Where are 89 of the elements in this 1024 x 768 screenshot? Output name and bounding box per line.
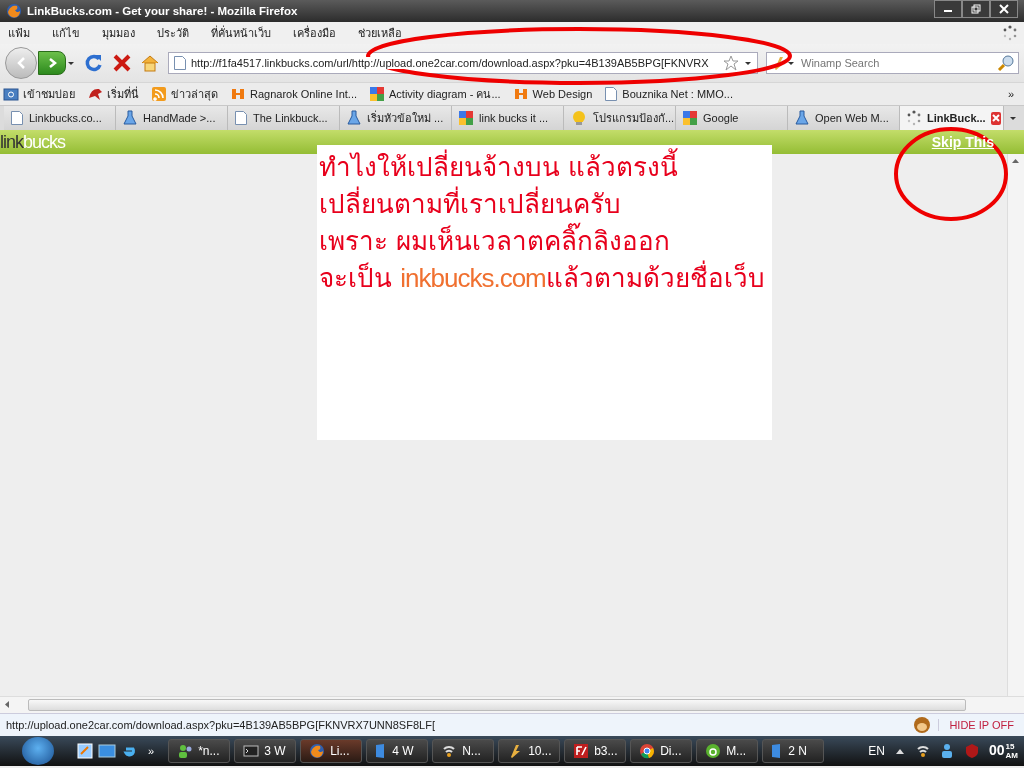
forward-button[interactable] — [38, 51, 66, 75]
firefox-icon — [6, 3, 22, 19]
menu-item[interactable]: มุมมอง — [102, 24, 135, 42]
taskbar-button[interactable]: Di... — [630, 739, 693, 763]
folder-icon — [3, 86, 19, 102]
language-indicator[interactable]: EN — [868, 744, 885, 758]
menu-item[interactable]: ช่วยเหลือ — [358, 24, 402, 42]
google-icon — [458, 110, 474, 126]
menu-item[interactable]: เครื่องมือ — [293, 24, 336, 42]
bookmark-item[interactable]: ข่าวล่าสุด — [171, 85, 218, 103]
taskbar-button[interactable]: *n... — [168, 739, 231, 763]
bulb-icon — [570, 110, 588, 126]
bookmark-item[interactable]: Ragnarok Online Int... — [250, 88, 357, 100]
page-icon — [10, 110, 24, 126]
flask-icon — [794, 110, 810, 126]
browser-tab[interactable]: Linkbucks.co... — [4, 106, 116, 130]
close-icon[interactable] — [990, 0, 1018, 18]
logo-icon — [512, 86, 529, 102]
logo: linkbucks — [0, 131, 66, 153]
status-url: http://upload.one2car.com/download.aspx?pku=4B139AB5BPG[FKNVRX7UNN8SF8LF[ — [6, 719, 435, 731]
disc-icon — [705, 743, 722, 759]
search-box[interactable]: Winamp Search — [766, 52, 1019, 74]
search-icon[interactable] — [997, 54, 1015, 72]
note-text: เพราะ ผมเห็นเวลาตคลิ๊กลิงออก — [319, 223, 770, 260]
throbber-icon — [1002, 25, 1018, 41]
taskbar-button[interactable]: 4 W — [366, 739, 429, 763]
dropdown-icon[interactable] — [787, 59, 795, 67]
browser-tab[interactable]: HandMade >... — [116, 106, 228, 130]
page-icon — [173, 55, 187, 71]
console-icon — [243, 743, 260, 759]
monkey-icon[interactable] — [912, 716, 933, 734]
page-icon — [604, 86, 619, 102]
browser-tab[interactable]: link bucks it ... — [452, 106, 564, 130]
more-bookmarks-button[interactable]: » — [1007, 88, 1024, 100]
scrollbar-thumb[interactable] — [28, 699, 966, 711]
window-title: LinkBucks.com - Get your share! - Mozilla Firefox — [27, 5, 298, 17]
browser-tab[interactable]: เริ่มหัวข้อใหม่ ... — [340, 106, 452, 130]
star-icon[interactable] — [723, 55, 739, 71]
flask-icon — [122, 110, 138, 126]
page-icon — [234, 110, 248, 126]
browser-tab[interactable]: The Linkbuck... — [228, 106, 340, 130]
back-button[interactable] — [5, 47, 37, 79]
chrome-icon — [639, 743, 656, 759]
browser-tab[interactable]: Open Web M... — [788, 106, 900, 130]
browser-tab[interactable]: LinkBuck... — [900, 106, 1004, 130]
browser-tab[interactable]: โปรแกรมป้องกั... — [564, 106, 676, 130]
address-field[interactable]: http://f1fa4517.linkbucks.com/url/http://upload.one2car.com/download.aspx?pku=4B139AB5BPG[FKNVRX — [168, 52, 758, 74]
start-button[interactable] — [22, 737, 54, 765]
bookmark-item[interactable]: เริ่มที่นี่ — [107, 85, 139, 103]
bookmark-item[interactable]: เข้าชมบ่อย — [23, 85, 75, 103]
wifi-icon — [914, 743, 931, 759]
tray-arrow-icon[interactable] — [894, 747, 905, 755]
menu-item[interactable]: ที่คั่นหน้าเว็บ — [211, 24, 271, 42]
menu-item[interactable]: ประวัติ — [157, 24, 189, 42]
loading-icon — [906, 110, 922, 126]
bookmark-item[interactable]: Activity diagram - คน... — [389, 85, 501, 103]
taskbar-button[interactable]: 10... — [498, 739, 561, 763]
taskbar-button[interactable]: N... — [432, 739, 495, 763]
browser-tab[interactable]: Google — [676, 106, 788, 130]
restore-icon[interactable] — [962, 0, 990, 18]
taskbar-button[interactable]: M... — [696, 739, 759, 763]
notepad-icon[interactable] — [76, 742, 94, 760]
taskbar-button[interactable]: Li... — [300, 739, 363, 763]
note-text: จะเป็น inkbucks.comแล้วตามด้วยชื่อเว็บ — [319, 260, 770, 297]
reload-icon[interactable] — [84, 53, 104, 73]
bookmark-item[interactable]: Web Design — [532, 88, 593, 100]
firefox-icon — [309, 743, 326, 759]
ftp-icon — [573, 743, 590, 759]
taskbar-button[interactable]: 2 N — [762, 739, 825, 763]
minimize-icon[interactable] — [934, 0, 962, 18]
google-icon — [682, 110, 698, 126]
logo-icon — [230, 86, 246, 102]
taskbar-button[interactable]: 3 W — [234, 739, 297, 763]
taskbar-button[interactable]: b3... — [564, 739, 627, 763]
desktop-icon[interactable] — [98, 742, 116, 760]
note-text: ทำไงให้เปลี่ยนจ้างบน แล้วตรงนี้ — [319, 149, 770, 186]
feed-icon — [151, 86, 167, 102]
menu-item[interactable]: แฟ้ม — [8, 24, 30, 42]
more-button[interactable]: » — [148, 745, 155, 757]
bookmark-item[interactable]: Bouznika Net : MMO... — [622, 88, 733, 100]
hide-ip-status[interactable]: HIDE IP OFF — [938, 719, 1024, 731]
menu-item[interactable]: แก้ไข — [52, 24, 80, 42]
note-text: เปลี่ยนตามที่เราเปลี่ยนครับ — [319, 186, 770, 223]
user-icon[interactable] — [940, 743, 955, 759]
people-icon — [177, 743, 194, 759]
stop-icon[interactable] — [112, 53, 132, 73]
flask-icon — [346, 110, 362, 126]
bird-icon — [87, 86, 103, 102]
google-icon — [369, 86, 385, 102]
